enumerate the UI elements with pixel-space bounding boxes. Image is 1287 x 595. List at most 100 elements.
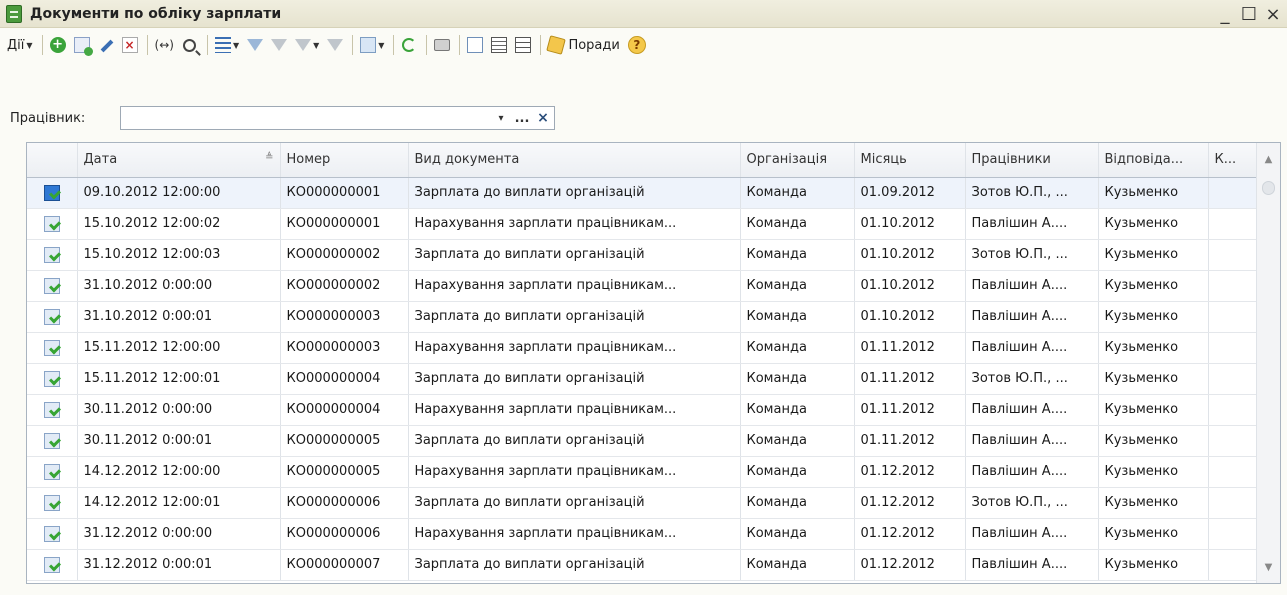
cell-date[interactable]: 31.10.2012 0:00:01 <box>77 301 281 333</box>
cell-month[interactable]: 01.12.2012 <box>854 487 966 519</box>
cell-responsible[interactable]: Кузьменко <box>1098 332 1209 364</box>
cell-organization[interactable]: Команда <box>740 208 855 240</box>
cell-organization[interactable]: Команда <box>740 487 855 519</box>
cell-employees[interactable]: Павлішин А.... <box>965 456 1099 488</box>
cell-k[interactable] <box>1208 394 1258 426</box>
cell-employees[interactable]: Павлішин А.... <box>965 394 1099 426</box>
cell-doc-type[interactable]: Нарахування зарплати працівникам... <box>408 270 741 302</box>
cell-month[interactable]: 01.10.2012 <box>854 301 966 333</box>
cell-number[interactable]: КО000000005 <box>280 456 409 488</box>
cell-month[interactable]: 01.11.2012 <box>854 394 966 426</box>
cell-status[interactable] <box>27 363 78 395</box>
cell-date[interactable]: 15.10.2012 12:00:02 <box>77 208 281 240</box>
cell-month[interactable]: 01.09.2012 <box>854 177 966 209</box>
cell-number[interactable]: КО000000006 <box>280 518 409 550</box>
vertical-scrollbar[interactable]: ▲ ▼ <box>1256 143 1280 583</box>
column-header-doc-type[interactable]: Вид документа <box>408 143 741 178</box>
table-row[interactable]: 15.10.2012 12:00:02 КО000000001 Нарахуванн… <box>27 208 1258 240</box>
cell-status[interactable] <box>27 394 78 426</box>
column-header-responsible[interactable]: Відповіда... <box>1098 143 1209 178</box>
delete-button[interactable]: × <box>119 33 141 57</box>
clear-icon[interactable]: × <box>534 108 552 128</box>
cell-number[interactable]: КО000000003 <box>280 332 409 364</box>
cell-k[interactable] <box>1208 363 1258 395</box>
cell-k[interactable] <box>1208 487 1258 519</box>
cell-organization[interactable]: Команда <box>740 363 855 395</box>
cell-employees[interactable]: Павлішин А.... <box>965 270 1099 302</box>
refresh-button[interactable] <box>398 33 420 57</box>
cell-doc-type[interactable]: Нарахування зарплати працівникам... <box>408 332 741 364</box>
cell-number[interactable]: КО000000004 <box>280 394 409 426</box>
cell-responsible[interactable]: Кузьменко <box>1098 301 1209 333</box>
cell-k[interactable] <box>1208 456 1258 488</box>
cell-doc-type[interactable]: Нарахування зарплати працівникам... <box>408 518 741 550</box>
table-row[interactable]: 31.12.2012 0:00:00 КО000000006 Нарахування… <box>27 518 1258 550</box>
cell-number[interactable]: КО000000002 <box>280 270 409 302</box>
table-row[interactable]: 09.10.2012 12:00:00 КО000000001 Зарплата д… <box>27 177 1258 209</box>
cell-month[interactable]: 01.12.2012 <box>854 518 966 550</box>
copy-button[interactable] <box>71 33 93 57</box>
column-header-date[interactable]: Дата ≜ <box>77 143 281 178</box>
cell-status[interactable] <box>27 208 78 240</box>
cell-status[interactable] <box>27 332 78 364</box>
table-row[interactable]: 15.11.2012 12:00:01 КО000000004 Зарплата д… <box>27 363 1258 395</box>
actions-menu-button[interactable]: Дії ▼ <box>4 33 36 57</box>
cell-date[interactable]: 31.10.2012 0:00:00 <box>77 270 281 302</box>
cell-doc-type[interactable]: Нарахування зарплати працівникам... <box>408 394 741 426</box>
employee-filter-field[interactable]: ▾ ... × <box>120 106 555 130</box>
cell-doc-type[interactable]: Нарахування зарплати працівникам... <box>408 456 741 488</box>
cell-responsible[interactable]: Кузьменко <box>1098 425 1209 457</box>
cell-employees[interactable]: Зотов Ю.П., ... <box>965 363 1099 395</box>
cell-organization[interactable]: Команда <box>740 332 855 364</box>
cell-month[interactable]: 01.10.2012 <box>854 239 966 271</box>
cell-k[interactable] <box>1208 549 1258 581</box>
cell-date[interactable]: 31.12.2012 0:00:01 <box>77 549 281 581</box>
cell-date[interactable]: 30.11.2012 0:00:01 <box>77 425 281 457</box>
filter-by-value-button[interactable] <box>268 33 290 57</box>
cell-responsible[interactable]: Кузьменко <box>1098 239 1209 271</box>
column-header-month[interactable]: Місяць <box>854 143 966 178</box>
table-row[interactable]: 30.11.2012 0:00:01 КО000000005 Зарплата до… <box>27 425 1258 457</box>
cell-organization[interactable]: Команда <box>740 425 855 457</box>
cell-responsible[interactable]: Кузьменко <box>1098 208 1209 240</box>
cell-doc-type[interactable]: Нарахування зарплати працівникам... <box>408 208 741 240</box>
column-header-k[interactable]: К... <box>1208 143 1258 178</box>
cell-employees[interactable]: Павлішин А.... <box>965 425 1099 457</box>
cell-k[interactable] <box>1208 208 1258 240</box>
cell-responsible[interactable]: Кузьменко <box>1098 394 1209 426</box>
cell-employees[interactable]: Павлішин А.... <box>965 518 1099 550</box>
cell-employees[interactable]: Зотов Ю.П., ... <box>965 239 1099 271</box>
cell-date[interactable]: 30.11.2012 0:00:00 <box>77 394 281 426</box>
cell-organization[interactable]: Команда <box>740 177 855 209</box>
cell-number[interactable]: КО000000006 <box>280 487 409 519</box>
table-row[interactable]: 31.12.2012 0:00:01 КО000000007 Зарплата до… <box>27 549 1258 581</box>
cell-doc-type[interactable]: Зарплата до виплати організацій <box>408 363 741 395</box>
find-button[interactable] <box>179 33 201 57</box>
cell-responsible[interactable]: Кузьменко <box>1098 270 1209 302</box>
cell-status[interactable] <box>27 456 78 488</box>
cell-month[interactable]: 01.11.2012 <box>854 363 966 395</box>
table-row[interactable]: 30.11.2012 0:00:00 КО000000004 Нарахування… <box>27 394 1258 426</box>
list-settings-button[interactable] <box>512 33 534 57</box>
cell-number[interactable]: КО000000002 <box>280 239 409 271</box>
cell-month[interactable]: 01.12.2012 <box>854 456 966 488</box>
cell-employees[interactable]: Зотов Ю.П., ... <box>965 487 1099 519</box>
cell-doc-type[interactable]: Зарплата до виплати організацій <box>408 549 741 581</box>
cell-responsible[interactable]: Кузьменко <box>1098 518 1209 550</box>
cell-month[interactable]: 01.11.2012 <box>854 332 966 364</box>
filter-settings-button[interactable] <box>244 33 266 57</box>
cell-status[interactable] <box>27 301 78 333</box>
cell-status[interactable] <box>27 270 78 302</box>
cell-status[interactable] <box>27 177 78 209</box>
cell-responsible[interactable]: Кузьменко <box>1098 549 1209 581</box>
edit-button[interactable] <box>95 33 117 57</box>
cell-doc-type[interactable]: Зарплата до виплати організацій <box>408 239 741 271</box>
cell-number[interactable]: КО000000004 <box>280 363 409 395</box>
cell-doc-type[interactable]: Зарплата до виплати організацій <box>408 301 741 333</box>
cell-organization[interactable]: Команда <box>740 456 855 488</box>
cell-organization[interactable]: Команда <box>740 518 855 550</box>
cell-organization[interactable]: Команда <box>740 301 855 333</box>
cell-organization[interactable]: Команда <box>740 239 855 271</box>
cell-k[interactable] <box>1208 332 1258 364</box>
minimize-button[interactable]: _ <box>1213 3 1237 25</box>
